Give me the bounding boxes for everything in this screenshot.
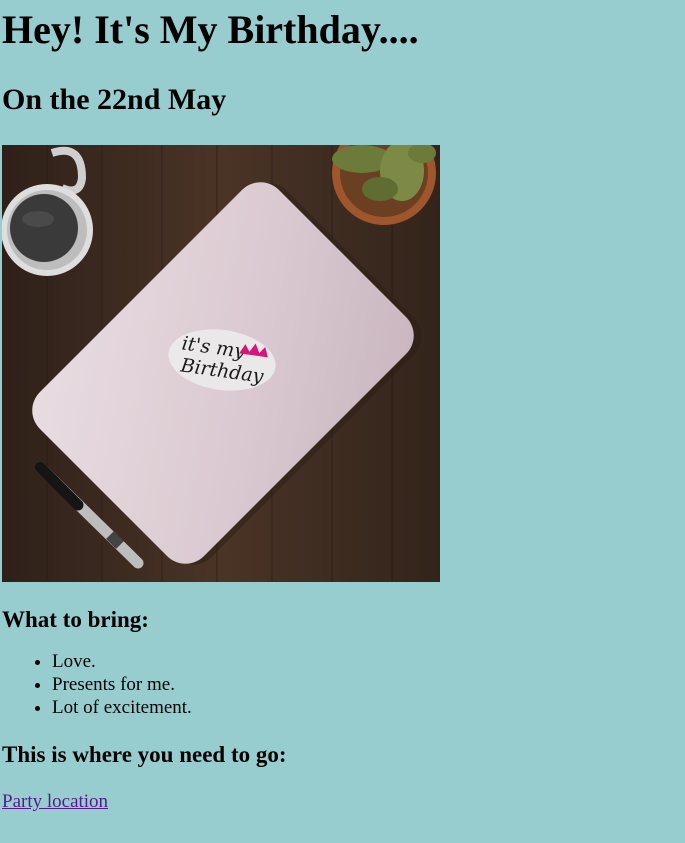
birthday-laptop-photo: it's my Birthday [2, 145, 440, 582]
list-item: Lot of excitement. [52, 696, 685, 719]
bring-heading: What to bring: [2, 607, 149, 632]
party-location-link[interactable]: Party location [2, 791, 108, 812]
list-item: Love. [52, 650, 685, 673]
bring-list: Love. Presents for me. Lot of excitement… [2, 650, 685, 719]
page-title: Hey! It's My Birthday.... [2, 7, 419, 52]
location-paragraph: Party location [2, 791, 685, 813]
location-heading: This is where you need to go: [2, 742, 287, 767]
page: Hey! It's My Birthday.... On the 22nd Ma… [0, 7, 685, 813]
list-item: Presents for me. [52, 673, 685, 696]
page-subtitle: On the 22nd May [2, 83, 227, 116]
